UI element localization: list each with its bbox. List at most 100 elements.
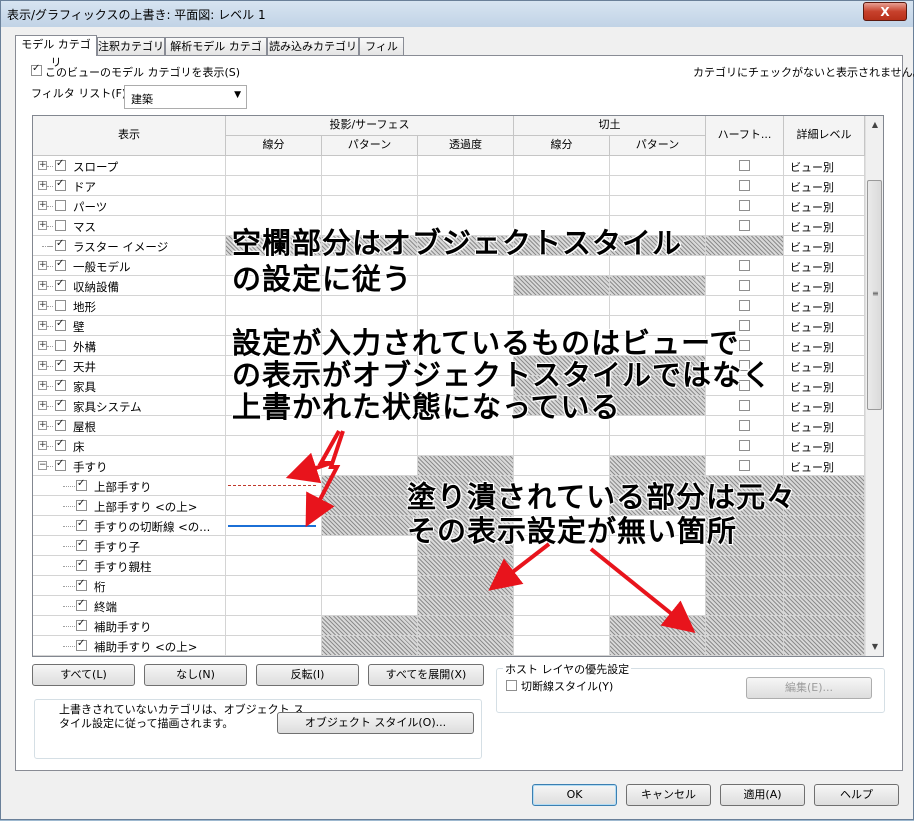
header-projection-patterns[interactable]: パターン: [322, 136, 418, 156]
grid-cell[interactable]: [610, 176, 706, 196]
visibility-checkbox[interactable]: [76, 638, 87, 651]
show-model-categories-checkbox[interactable]: [31, 63, 42, 76]
table-row[interactable]: − 手すり ビュー別: [33, 456, 865, 476]
grid-cell[interactable]: [514, 556, 610, 576]
grid-cell[interactable]: [706, 236, 784, 256]
grid-cell[interactable]: [322, 596, 418, 616]
grid-cell[interactable]: [784, 536, 865, 556]
tab-annotation-categories[interactable]: 注釈カテゴリ: [97, 37, 165, 55]
grid-cell[interactable]: [322, 556, 418, 576]
grid-cell[interactable]: [784, 616, 865, 636]
table-row[interactable]: + スロープ ビュー別: [33, 156, 865, 176]
grid-cell[interactable]: [610, 276, 706, 296]
grid-cell[interactable]: [418, 196, 514, 216]
visibility-checkbox[interactable]: [55, 300, 66, 311]
grid-cell[interactable]: ビュー別: [784, 416, 865, 436]
grid-cell[interactable]: [322, 576, 418, 596]
header-halftone[interactable]: ハーフト...: [706, 116, 784, 156]
visibility-checkbox[interactable]: [55, 200, 66, 211]
grid-cell[interactable]: [322, 536, 418, 556]
grid-cell[interactable]: [514, 156, 610, 176]
tab-imported-categories[interactable]: 読み込みカテゴリ: [267, 37, 359, 55]
visibility-checkbox[interactable]: [55, 258, 66, 271]
visibility-checkbox[interactable]: [55, 358, 66, 371]
header-visibility[interactable]: 表示: [33, 116, 226, 156]
apply-button[interactable]: 適用(A): [720, 784, 805, 806]
expand-icon[interactable]: +: [38, 301, 47, 310]
grid-cell[interactable]: [418, 176, 514, 196]
grid-cell[interactable]: [418, 276, 514, 296]
visibility-checkbox[interactable]: [76, 578, 87, 591]
close-button[interactable]: X: [863, 2, 907, 21]
grid-cell[interactable]: [226, 456, 322, 476]
grid-cell[interactable]: [418, 576, 514, 596]
grid-cell[interactable]: [610, 576, 706, 596]
grid-cell[interactable]: [226, 516, 322, 536]
grid-cell[interactable]: [706, 196, 784, 216]
expand-icon[interactable]: +: [38, 221, 47, 230]
grid-cell[interactable]: [706, 436, 784, 456]
expand-icon[interactable]: +: [38, 421, 47, 430]
table-row[interactable]: 手すり親柱: [33, 556, 865, 576]
grid-cell[interactable]: [514, 456, 610, 476]
grid-cell[interactable]: [514, 176, 610, 196]
halftone-checkbox[interactable]: [739, 420, 750, 431]
grid-cell[interactable]: ビュー別: [784, 436, 865, 456]
grid-cell[interactable]: [706, 556, 784, 576]
vertical-scrollbar[interactable]: ▲ ≡ ▼: [865, 116, 883, 656]
halftone-checkbox[interactable]: [739, 320, 750, 331]
grid-cell[interactable]: [706, 216, 784, 236]
grid-cell[interactable]: [610, 296, 706, 316]
grid-cell[interactable]: [784, 496, 865, 516]
header-cut-lines[interactable]: 線分: [514, 136, 610, 156]
grid-cell[interactable]: [418, 156, 514, 176]
grid-cell[interactable]: [226, 496, 322, 516]
scrollbar-thumb[interactable]: ≡: [867, 180, 882, 410]
halftone-checkbox[interactable]: [739, 180, 750, 191]
tab-filters[interactable]: フィルタ: [359, 37, 404, 71]
grid-cell[interactable]: [322, 496, 418, 516]
table-row[interactable]: 終端: [33, 596, 865, 616]
expand-icon[interactable]: +: [38, 261, 47, 270]
grid-cell[interactable]: [610, 196, 706, 216]
expand-icon[interactable]: +: [38, 401, 47, 410]
grid-cell[interactable]: [514, 576, 610, 596]
visibility-checkbox[interactable]: [55, 458, 66, 471]
grid-cell[interactable]: [706, 576, 784, 596]
grid-cell[interactable]: [322, 456, 418, 476]
grid-cell[interactable]: [418, 556, 514, 576]
halftone-checkbox[interactable]: [739, 440, 750, 451]
grid-cell[interactable]: [226, 536, 322, 556]
ok-button[interactable]: OK: [532, 784, 617, 806]
grid-cell[interactable]: [784, 516, 865, 536]
visibility-checkbox[interactable]: [76, 558, 87, 571]
header-projection-lines[interactable]: 線分: [226, 136, 322, 156]
grid-cell[interactable]: [226, 576, 322, 596]
visibility-checkbox[interactable]: [76, 538, 87, 551]
grid-cell[interactable]: [418, 456, 514, 476]
table-row[interactable]: + 地形 ビュー別: [33, 296, 865, 316]
visibility-checkbox[interactable]: [55, 158, 66, 171]
grid-cell[interactable]: ビュー別: [784, 176, 865, 196]
header-detail-level[interactable]: 詳細レベル: [784, 116, 865, 156]
grid-cell[interactable]: [784, 576, 865, 596]
grid-cell[interactable]: [418, 436, 514, 456]
grid-cell[interactable]: ビュー別: [784, 316, 865, 336]
halftone-checkbox[interactable]: [739, 460, 750, 471]
grid-cell[interactable]: [418, 296, 514, 316]
grid-cell[interactable]: ビュー別: [784, 216, 865, 236]
table-row[interactable]: 補助手すり <の上>: [33, 636, 865, 656]
grid-cell[interactable]: [514, 596, 610, 616]
grid-cell[interactable]: [610, 456, 706, 476]
scroll-down-icon[interactable]: ▼: [866, 638, 883, 655]
expand-icon[interactable]: +: [38, 341, 47, 350]
grid-cell[interactable]: ビュー別: [784, 356, 865, 376]
grid-cell[interactable]: [784, 476, 865, 496]
visibility-checkbox[interactable]: [76, 518, 87, 531]
visibility-checkbox[interactable]: [55, 438, 66, 451]
grid-cell[interactable]: [706, 176, 784, 196]
halftone-checkbox[interactable]: [739, 200, 750, 211]
grid-cell[interactable]: ビュー別: [784, 296, 865, 316]
grid-cell[interactable]: [610, 636, 706, 656]
grid-cell[interactable]: [610, 556, 706, 576]
